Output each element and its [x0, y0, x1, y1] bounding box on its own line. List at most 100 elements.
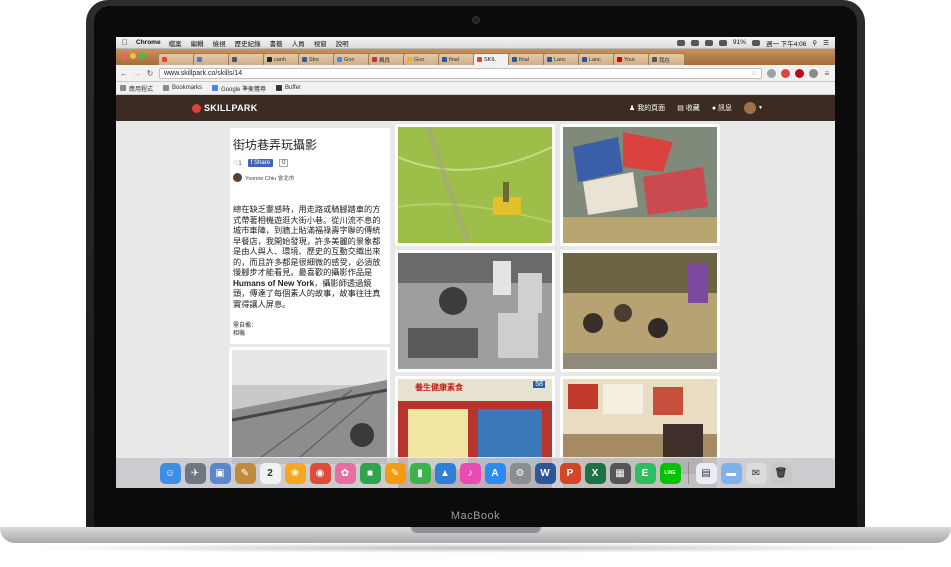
battery-percent[interactable]: 91% [733, 39, 746, 46]
favicon-icon [197, 57, 202, 62]
wifi-icon[interactable] [718, 39, 727, 46]
browser-tab[interactable] [228, 53, 265, 65]
status-icon[interactable] [690, 39, 699, 46]
forward-icon[interactable]: → [133, 69, 141, 78]
bookmarks-bar: 應用程式 Bookmarks Google 準衡獲尊 Buffer [116, 82, 835, 95]
close-window-button[interactable] [121, 53, 127, 59]
pinterest-icon[interactable] [795, 68, 804, 78]
dock-line-icon[interactable]: LINE [659, 462, 681, 484]
menu-item-edit[interactable]: 編輯 [191, 38, 204, 48]
menu-item-window[interactable]: 視窗 [314, 38, 327, 48]
dock-itunes-icon[interactable]: ♪ [459, 462, 481, 484]
dock-evernote-icon[interactable]: E [634, 462, 656, 484]
user-menu[interactable]: ▼ [744, 102, 763, 114]
extension-icon[interactable] [767, 68, 776, 78]
menubar-app-name[interactable]: Chrome [136, 39, 161, 46]
browser-tab[interactable]: Lanc [543, 53, 580, 65]
reload-icon[interactable]: ↻ [146, 69, 154, 78]
like-button[interactable]: ♡1 [233, 160, 242, 167]
dock-preview-icon[interactable]: ▣ [209, 462, 231, 484]
dock-downloads-icon[interactable]: ✉ [745, 462, 767, 484]
dock-appstore-icon[interactable]: A [484, 462, 506, 484]
nav-my-page[interactable]: ♟ 我的頁面 [629, 103, 665, 113]
screen:  Chrome 檔案 編輯 檢視 歷史紀錄 書籤 人員 視窗 說明 91% 週… [116, 37, 835, 488]
dock-pages-icon[interactable]: ✎ [384, 462, 406, 484]
status-icon[interactable] [676, 39, 685, 46]
dock-powerpoint-icon[interactable]: P [559, 462, 581, 484]
spotlight-icon[interactable]: ⚲ [812, 39, 817, 47]
dock-document-icon[interactable]: ▤ [695, 462, 717, 484]
back-icon[interactable]: ← [120, 69, 128, 78]
menu-item-file[interactable]: 檔案 [169, 38, 182, 48]
chat-icon: ● [711, 104, 717, 112]
author[interactable]: Yvonne Chiu 會北市 [233, 173, 386, 182]
bookmark-google[interactable]: Google 準衡獲尊 [212, 84, 266, 93]
status-icon[interactable] [704, 39, 713, 46]
chrome-toolbar: ← → ↻ www.skillpark.co/skills/14 ☆ ≡ [116, 65, 835, 82]
photo-bridge-bw[interactable] [229, 347, 390, 467]
browser-tab[interactable] [193, 53, 230, 65]
dock-settings-icon[interactable]: ⚙ [509, 462, 531, 484]
dock-folder-icon[interactable]: ▬ [720, 462, 742, 484]
browser-tab[interactable]: Stre [298, 53, 335, 65]
dock-facetime-icon[interactable]: ■ [359, 462, 381, 484]
dock-notes-icon[interactable]: ✎ [234, 462, 256, 484]
favicon-icon [337, 57, 342, 62]
photo-market-tents[interactable] [560, 124, 720, 246]
dock-finder-icon[interactable]: ☺ [159, 462, 181, 484]
address-bar[interactable]: www.skillpark.co/skills/14 ☆ [159, 67, 762, 79]
bookmark-folder[interactable]: Bookmarks [163, 85, 202, 91]
menu-item-view[interactable]: 檢視 [213, 38, 226, 48]
extension-icon[interactable] [781, 68, 790, 78]
dock-photos-icon[interactable]: ❀ [284, 462, 306, 484]
maximize-window-button[interactable] [139, 53, 145, 59]
dock-chrome-icon[interactable]: ◉ [309, 462, 331, 484]
battery-icon[interactable] [751, 39, 760, 46]
browser-tab[interactable]: 我在 [648, 53, 685, 65]
bookmark-buffer[interactable]: Buffer [276, 85, 301, 91]
notification-center-icon[interactable]: ☰ [823, 39, 829, 47]
facebook-share-button[interactable]: f Share [247, 159, 274, 167]
favicon-icon [267, 57, 272, 62]
dock-photos2-icon[interactable]: ✿ [334, 462, 356, 484]
browser-tab[interactable] [158, 53, 195, 65]
browser-tab[interactable]: final [508, 53, 545, 65]
bookmark-label: Bookmarks [172, 85, 203, 91]
menu-item-bookmarks[interactable]: 書籤 [270, 38, 283, 48]
browser-tab[interactable]: Yout [613, 53, 650, 65]
minimize-window-button[interactable] [130, 53, 136, 59]
browser-tab[interactable]: final [438, 53, 475, 65]
bookmark-apps[interactable]: 應用程式 [120, 84, 153, 93]
chrome-menu-icon[interactable]: ≡ [823, 69, 831, 78]
clock[interactable]: 週一 下午4:06 [766, 38, 806, 48]
dock-separator [687, 462, 689, 484]
menu-item-people[interactable]: 人員 [292, 38, 305, 48]
logo-icon [192, 103, 201, 113]
dock-calculator-icon[interactable]: ▦ [609, 462, 631, 484]
bookmark-star-icon[interactable]: ☆ [751, 69, 757, 77]
menu-item-help[interactable]: 說明 [336, 38, 349, 48]
dock-launchpad-icon[interactable]: ✈ [184, 462, 206, 484]
dock-calendar-icon[interactable]: 2 [259, 462, 281, 484]
dock-numbers-icon[interactable]: ▮ [409, 462, 431, 484]
browser-tab[interactable]: Lanc [578, 53, 615, 65]
menu-item-history[interactable]: 歷史紀錄 [235, 38, 261, 48]
dock-keynote-icon[interactable]: ▲ [434, 462, 456, 484]
browser-tab[interactable]: canh [263, 53, 300, 65]
site-logo[interactable]: SKILLPARK [192, 103, 258, 113]
photo-crowd-aerial[interactable] [560, 250, 720, 372]
apple-icon[interactable]:  [122, 38, 128, 47]
dock-trash-icon[interactable]: 🗑 [770, 462, 792, 484]
dock-excel-icon[interactable]: X [584, 462, 606, 484]
browser-tab[interactable]: Goo [333, 53, 370, 65]
browser-tab[interactable]: 楓良 [368, 53, 405, 65]
extension-icon[interactable] [809, 68, 818, 78]
browser-tab[interactable]: Goo [403, 53, 440, 65]
browser-tab[interactable]: SKIL [473, 53, 510, 65]
photo-parking-bw[interactable] [395, 250, 555, 372]
nav-favorites[interactable]: ▤ 收藏 [677, 103, 700, 113]
photo-field-aerial[interactable] [395, 124, 555, 246]
dock-word-icon[interactable]: W [534, 462, 556, 484]
google-icon [212, 85, 219, 91]
nav-messages[interactable]: ● 訊息 [712, 103, 732, 113]
